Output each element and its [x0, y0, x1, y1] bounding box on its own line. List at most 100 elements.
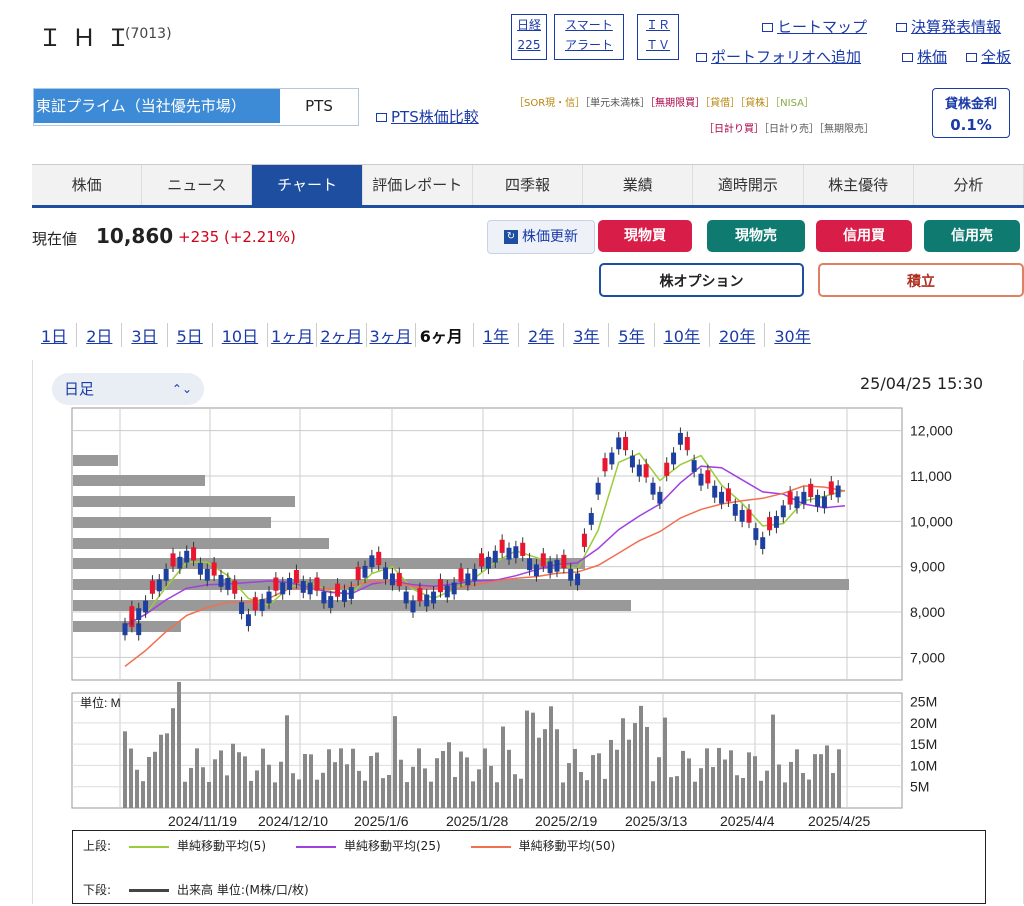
candle-body	[746, 509, 752, 523]
nikkei225-button[interactable]: 日経 225	[511, 14, 547, 60]
pts-compare-link[interactable]: PTS株価比較	[376, 106, 479, 127]
candle-body	[499, 539, 505, 553]
period-20y[interactable]: 20年	[710, 323, 766, 347]
period-2d[interactable]: 2日	[77, 323, 123, 347]
volume-swatch	[129, 889, 169, 892]
period-10d[interactable]: 10日	[213, 323, 269, 347]
volume-bar	[153, 751, 157, 808]
board-link[interactable]: 全板	[966, 46, 1011, 67]
earnings-link[interactable]: 決算発表情報	[896, 16, 1001, 37]
trade-badges-2: ［日計り買］［日計り売］［無期限売］	[704, 120, 874, 135]
volume-bar	[537, 737, 541, 808]
period-5y[interactable]: 5年	[609, 323, 655, 347]
period-3y[interactable]: 3年	[564, 323, 610, 347]
period-10y[interactable]: 10年	[655, 323, 710, 347]
volume-bar	[195, 748, 199, 808]
ir-label: ＩＲ	[645, 18, 670, 32]
tab-analysis[interactable]: 分析	[913, 165, 1024, 205]
lending-rate-box[interactable]: 貸株金利 0.1%	[932, 88, 1010, 138]
volume-bar	[771, 714, 775, 808]
candle-body	[753, 528, 759, 540]
candle-body	[520, 542, 526, 556]
tab-news[interactable]: ニュース	[142, 165, 253, 205]
ma50-swatch	[470, 845, 511, 848]
cash-buy-button[interactable]: 現物買	[598, 220, 692, 252]
candle-body	[540, 553, 546, 567]
stock-chart: 12,000 11,000 10,000 9,000 8,000 7,000 25M 20M 1…	[71, 407, 953, 829]
window-icon	[762, 23, 773, 32]
smart-label-2: アラート	[564, 38, 613, 52]
heatmap-link[interactable]: ヒートマップ	[762, 16, 867, 37]
candle-body	[431, 591, 437, 604]
candle-body	[760, 537, 766, 549]
price-tick-label: 8,000	[910, 604, 945, 620]
date-tick-label: 2025/4/4	[720, 813, 775, 829]
period-1m[interactable]: 1ヶ月	[268, 323, 318, 347]
period-1d[interactable]: 1日	[32, 323, 78, 347]
stock-code: (7013)	[125, 26, 172, 42]
tab-report[interactable]: 評価レポート	[362, 165, 473, 205]
period-6m[interactable]: 6ヶ月	[416, 323, 474, 347]
ma25-label: 単純移動平均(25)	[344, 839, 441, 853]
stock-link[interactable]: 株価	[902, 46, 947, 67]
tab-earnings[interactable]: 業績	[583, 165, 694, 205]
period-3d[interactable]: 3日	[122, 323, 168, 347]
candle-body	[362, 565, 368, 578]
portfolio-link[interactable]: ポートフォリオへ追加	[696, 46, 861, 67]
volume-bar	[321, 772, 325, 808]
volume-tick-label: 10M	[910, 757, 937, 773]
date-tick-label: 2024/12/10	[258, 813, 328, 829]
volume-bar	[567, 763, 571, 808]
volume-bar	[759, 780, 763, 808]
volume-bar	[483, 748, 487, 808]
candle-body	[636, 464, 642, 477]
accumulate-button[interactable]: 積立	[818, 263, 1024, 297]
candle-body	[143, 600, 149, 613]
cash-sell-button[interactable]: 現物売	[707, 220, 805, 252]
volume-bar	[417, 748, 421, 808]
date-tick-label: 2025/4/25	[808, 813, 870, 829]
period-5d[interactable]: 5日	[168, 323, 213, 347]
candle-body	[437, 579, 443, 593]
candle-body	[444, 585, 450, 598]
window-icon	[966, 53, 977, 62]
candle-body	[184, 550, 190, 563]
candle-body	[705, 470, 711, 484]
candle-body	[719, 491, 725, 504]
smart-alert-button[interactable]: スマート アラート	[554, 14, 624, 60]
volume-bar	[303, 753, 307, 808]
market-pts-tab[interactable]: PTS	[280, 89, 358, 123]
interval-label: 日足	[64, 380, 95, 398]
period-3m[interactable]: 3ヶ月	[367, 323, 416, 347]
refresh-price-button[interactable]: ↻ 株価更新	[487, 220, 595, 254]
margin-sell-button[interactable]: 信用売	[924, 220, 1020, 252]
tab-price[interactable]: 株価	[32, 165, 143, 205]
tab-benefits[interactable]: 株主優待	[803, 165, 914, 205]
date-tick-label: 2025/2/19	[535, 813, 597, 829]
candle-body	[657, 491, 663, 504]
margin-buy-button[interactable]: 信用買	[816, 220, 912, 252]
tab-chart[interactable]: チャート	[252, 165, 363, 205]
tab-shikiho[interactable]: 四季報	[472, 165, 584, 205]
candle-body	[801, 491, 807, 504]
volume-bar	[753, 756, 757, 808]
period-2m[interactable]: 2ヶ月	[317, 323, 367, 347]
volume-bar	[351, 748, 355, 808]
period-2y[interactable]: 2年	[519, 323, 565, 347]
volume-bar	[501, 726, 505, 808]
volume-bar	[465, 757, 469, 808]
volume-bar	[123, 731, 127, 808]
volume-bar	[543, 729, 547, 808]
market-primary-tab[interactable]: 東証プライム（当社優先市場）	[34, 89, 280, 123]
volume-bar	[231, 743, 235, 808]
stock-option-button[interactable]: 株オプション	[599, 263, 804, 297]
irtv-button[interactable]: ＩＲ ＴＶ	[637, 14, 679, 60]
period-30y[interactable]: 30年	[765, 323, 819, 347]
tab-disclosure[interactable]: 適時開示	[693, 165, 804, 205]
candle-body	[129, 606, 135, 620]
volume-bar	[159, 734, 163, 808]
period-1y[interactable]: 1年	[474, 323, 520, 347]
candle-body	[561, 554, 567, 569]
candle-body	[828, 481, 834, 495]
candle-body	[780, 505, 786, 518]
